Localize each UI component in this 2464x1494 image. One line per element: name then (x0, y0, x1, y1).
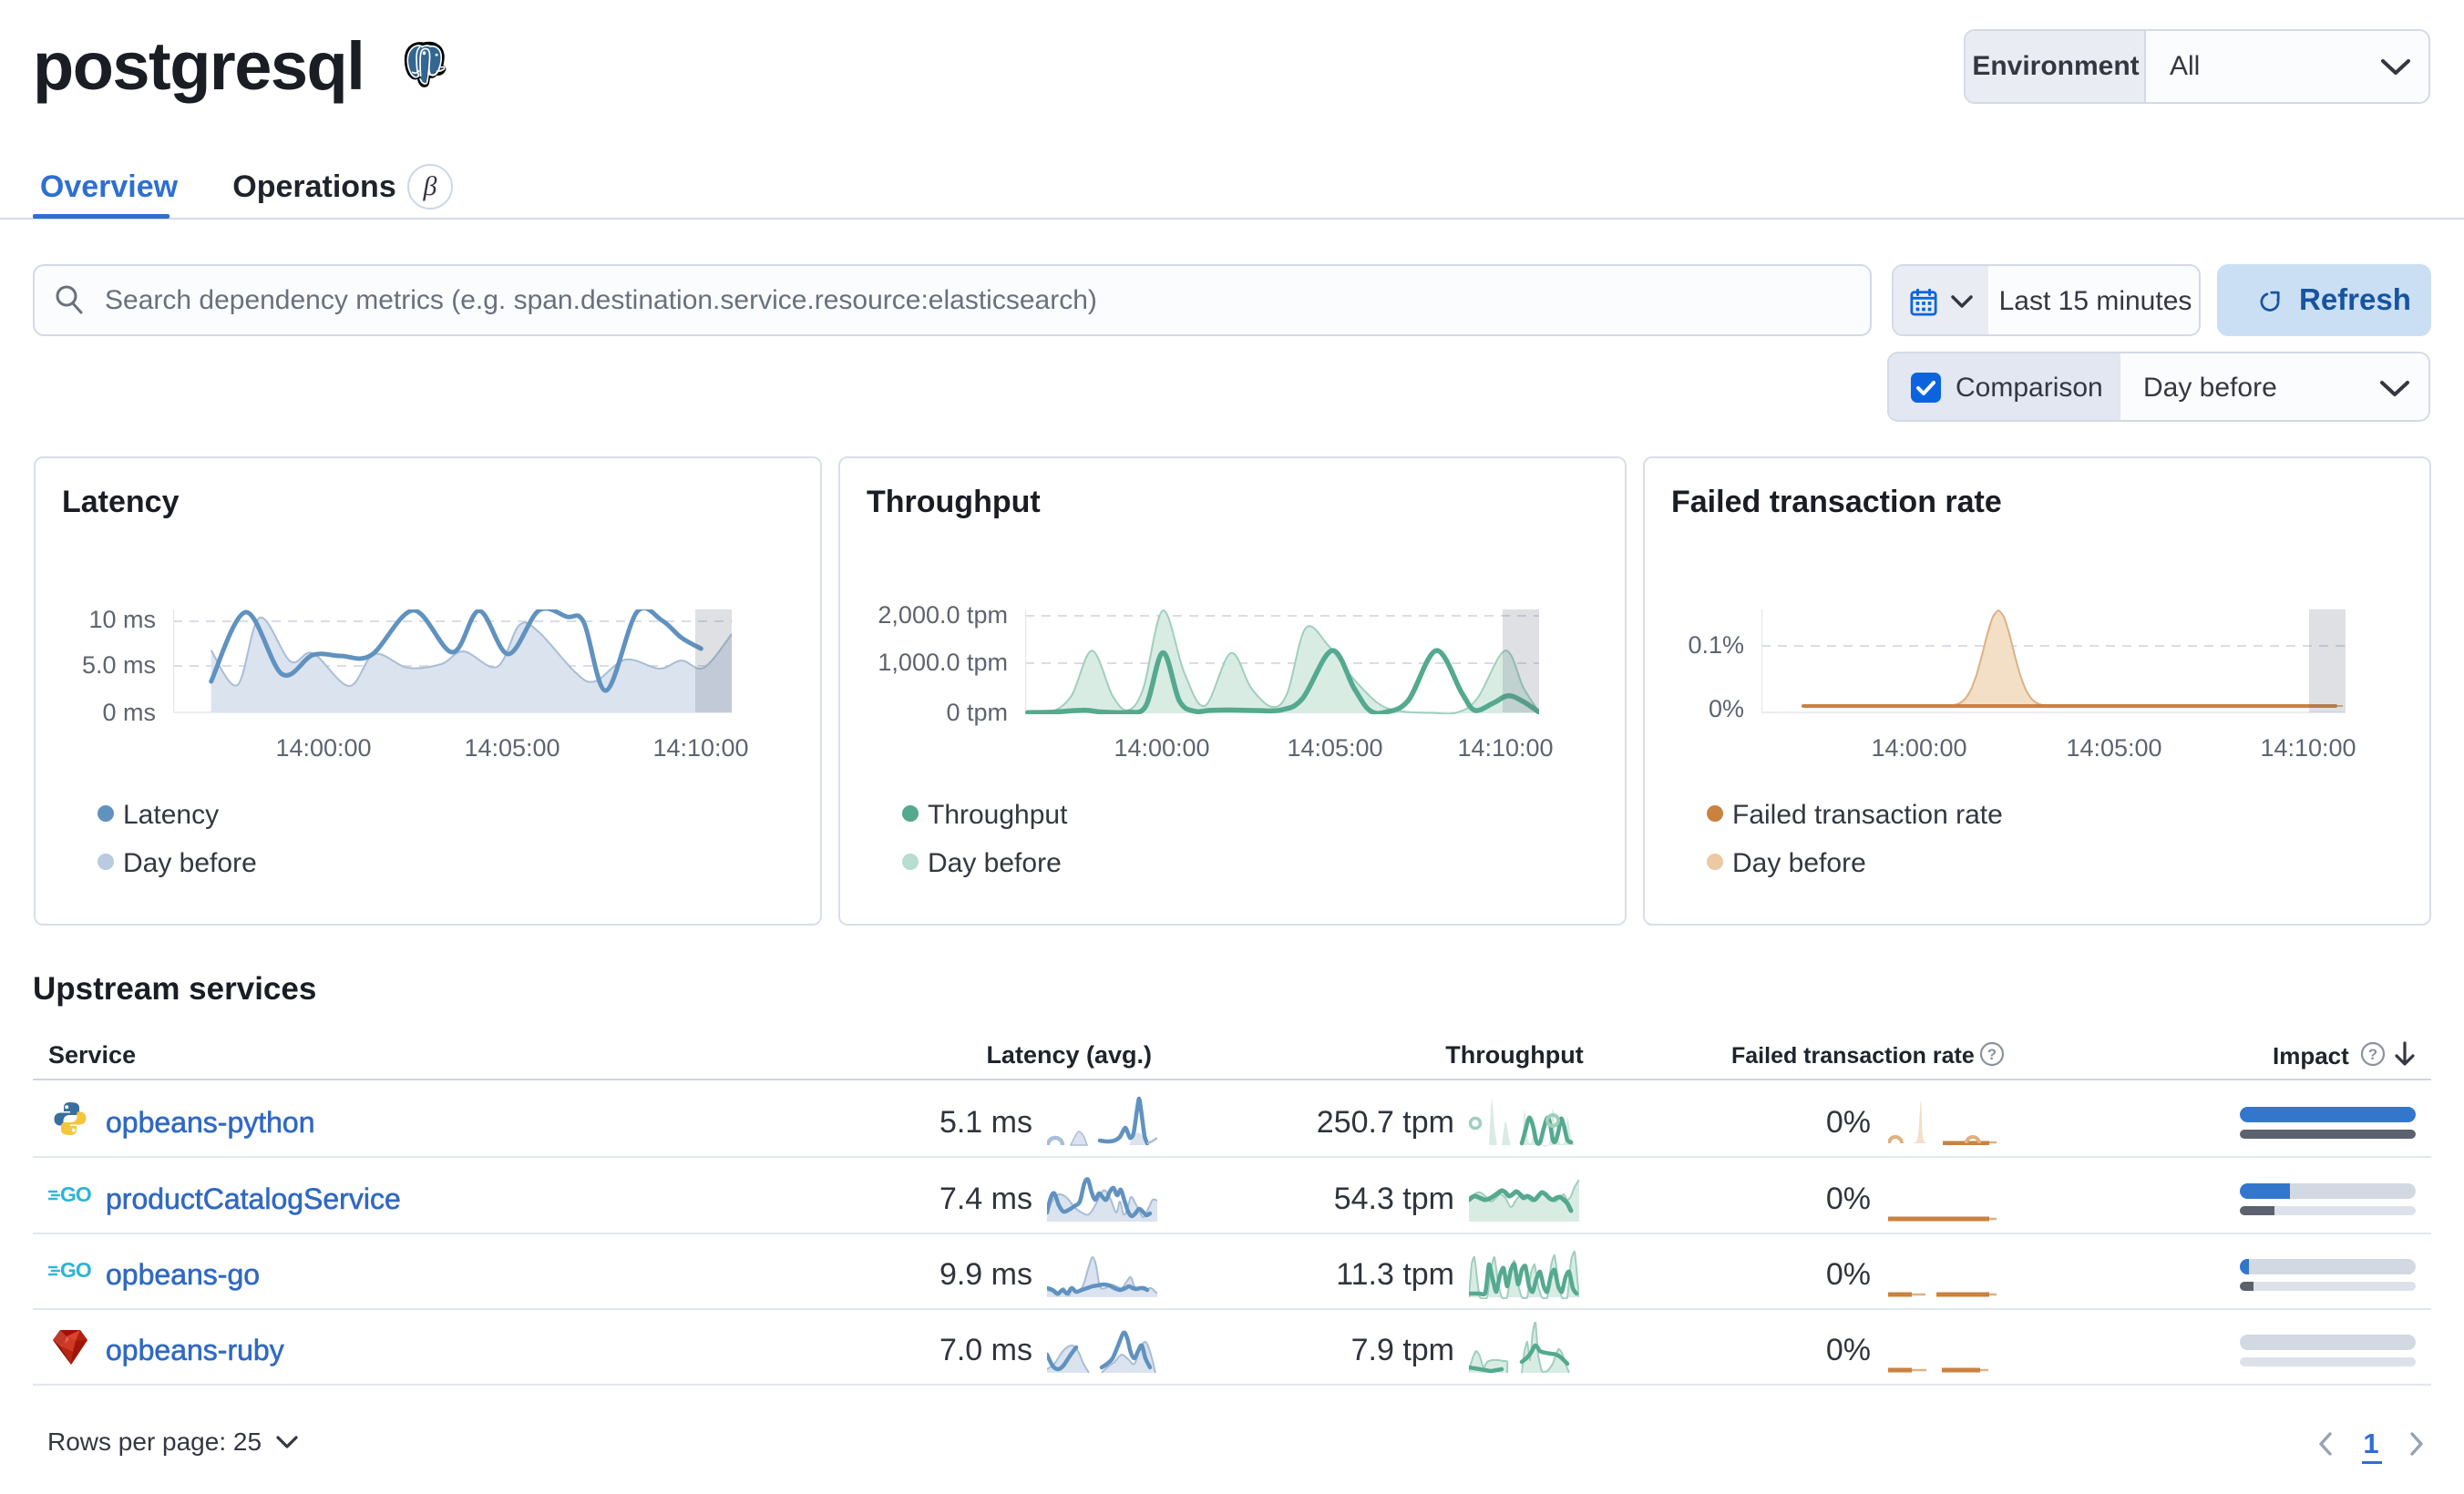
svg-text:GO: GO (60, 1260, 91, 1282)
svg-text:?: ? (1987, 1046, 1997, 1063)
svg-text:GO: GO (60, 1184, 91, 1206)
svg-text:?: ? (2368, 1046, 2377, 1063)
